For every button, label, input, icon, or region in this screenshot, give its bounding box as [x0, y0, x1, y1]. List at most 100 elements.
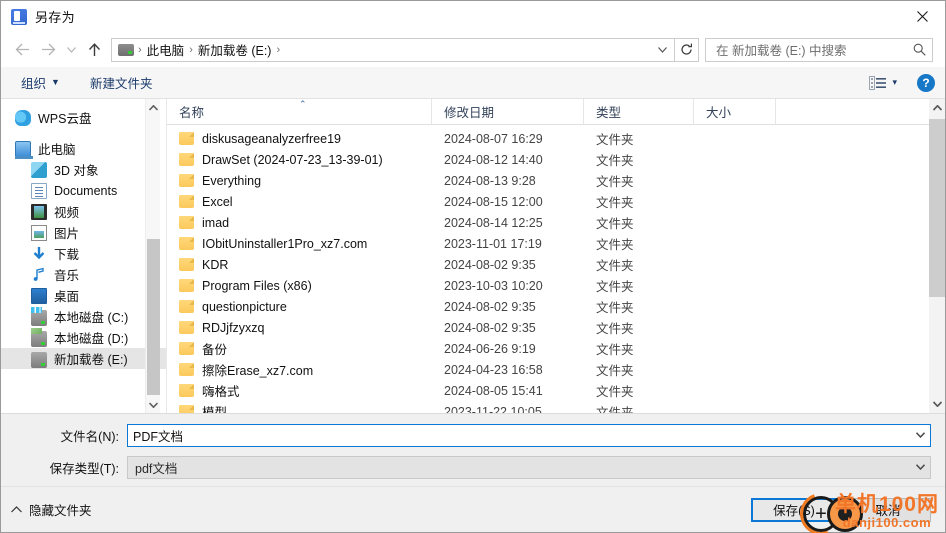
- sidebar-item-wps-cloud[interactable]: WPS云盘: [1, 107, 166, 128]
- folder-icon: [179, 195, 194, 208]
- file-name: 备份: [202, 343, 228, 357]
- organize-label: 组织: [21, 77, 47, 91]
- file-date: 2024-08-15 12:00: [444, 194, 543, 209]
- scroll-up-icon[interactable]: [929, 99, 945, 117]
- table-row[interactable]: RDJjfzyxzq 2024-08-02 9:35 文件夹: [167, 317, 945, 338]
- recent-locations-icon[interactable]: [61, 37, 81, 63]
- file-name: imad: [202, 215, 230, 230]
- file-name-cell: Excel: [167, 195, 432, 209]
- sidebar-item-downloads[interactable]: 下载: [1, 243, 166, 264]
- filetype-label: 保存类型(T):: [49, 461, 119, 476]
- title-bar: 另存为: [1, 1, 945, 32]
- view-options-button[interactable]: ▾: [863, 73, 903, 93]
- file-list-header: 名称 ⌃ 修改日期 类型 大小: [167, 99, 945, 125]
- column-header-filler: [776, 99, 945, 124]
- sidebar-scroll-thumb[interactable]: [147, 239, 160, 395]
- search-icon: [913, 43, 926, 56]
- navigation-pane: WPS云盘 此电脑 3D 对象 Documents 视频 图片 下载 音乐 桌面…: [1, 99, 167, 413]
- hide-folders-toggle[interactable]: 隐藏文件夹: [11, 500, 92, 519]
- sidebar-item-desktop[interactable]: 桌面: [1, 285, 166, 306]
- table-row[interactable]: KDR 2024-08-02 9:35 文件夹: [167, 254, 945, 275]
- file-date: 2024-08-02 9:35: [444, 257, 536, 272]
- back-icon[interactable]: [9, 37, 35, 63]
- file-type: 文件夹: [596, 322, 634, 336]
- chevron-down-icon[interactable]: [652, 39, 672, 61]
- file-name-cell: Everything: [167, 174, 432, 188]
- file-type: 文件夹: [596, 259, 634, 273]
- table-row[interactable]: Excel 2024-08-15 12:00 文件夹: [167, 191, 945, 212]
- table-row[interactable]: DrawSet (2024-07-23_13-39-01) 2024-08-12…: [167, 149, 945, 170]
- file-list-scrollbar[interactable]: [929, 99, 945, 413]
- address-bar[interactable]: › 此电脑 › 新加载卷 (E:) ›: [111, 37, 675, 62]
- table-row[interactable]: 擦除Erase_xz7.com 2024-04-23 16:58 文件夹: [167, 359, 945, 380]
- table-row[interactable]: 备份 2024-06-26 9:19 文件夹: [167, 338, 945, 359]
- sidebar-item-documents[interactable]: Documents: [1, 180, 166, 201]
- breadcrumb-separator: ›: [189, 43, 193, 56]
- column-header-size[interactable]: 大小: [694, 99, 776, 124]
- file-date: 2024-08-12 14:40: [444, 152, 543, 167]
- sidebar-item-this-pc[interactable]: 此电脑: [1, 138, 166, 159]
- help-icon[interactable]: ?: [917, 73, 935, 92]
- file-date: 2024-08-13 9:28: [444, 173, 536, 188]
- sidebar-item-3d-objects[interactable]: 3D 对象: [1, 159, 166, 180]
- file-list-scroll-thumb[interactable]: [929, 119, 945, 297]
- breadcrumb-drive-e[interactable]: 新加载卷 (E:): [195, 40, 275, 59]
- filetype-value: pdf文档: [135, 461, 178, 476]
- organize-button[interactable]: 组织 ▼: [15, 70, 66, 95]
- table-row[interactable]: IObitUninstaller1Pro_xz7.com 2023-11-01 …: [167, 233, 945, 254]
- search-input[interactable]: 在 新加载卷 (E:) 中搜索: [705, 37, 933, 62]
- file-date: 2023-11-01 17:19: [444, 236, 542, 251]
- file-type: 文件夹: [596, 217, 634, 231]
- new-folder-button[interactable]: 新建文件夹: [84, 70, 159, 95]
- file-name: 模型: [202, 406, 228, 413]
- sidebar-item-videos[interactable]: 视频: [1, 201, 166, 222]
- file-date: 2024-08-14 12:25: [444, 215, 543, 230]
- sidebar-item-music[interactable]: 音乐: [1, 264, 166, 285]
- table-row[interactable]: imad 2024-08-14 12:25 文件夹: [167, 212, 945, 233]
- drive-d-icon: [31, 328, 47, 347]
- table-row[interactable]: 模型 2023-11-22 10:05 文件夹: [167, 401, 945, 413]
- table-row[interactable]: Everything 2024-08-13 9:28 文件夹: [167, 170, 945, 191]
- sidebar-scrollbar[interactable]: [145, 99, 160, 413]
- filename-label: 文件名(N):: [60, 429, 119, 444]
- column-header-name[interactable]: 名称 ⌃: [167, 99, 432, 124]
- close-icon[interactable]: [899, 1, 945, 32]
- filetype-select[interactable]: pdf文档: [127, 455, 931, 479]
- table-row[interactable]: Program Files (x86) 2023-10-03 10:20 文件夹: [167, 275, 945, 296]
- sidebar-item-drive-e[interactable]: 新加载卷 (E:): [1, 348, 166, 369]
- file-type: 文件夹: [596, 175, 634, 189]
- file-name-cell: RDJjfzyxzq: [167, 321, 432, 335]
- sidebar-item-drive-c[interactable]: 本地磁盘 (C:): [1, 306, 166, 327]
- forward-icon[interactable]: [35, 37, 61, 63]
- scroll-down-icon[interactable]: [929, 395, 945, 413]
- filetype-row: 保存类型(T): pdf文档: [1, 454, 945, 480]
- scroll-up-icon[interactable]: [146, 99, 161, 116]
- refresh-icon[interactable]: [675, 37, 699, 62]
- file-type: 文件夹: [596, 238, 634, 252]
- chevron-down-icon[interactable]: [910, 464, 930, 470]
- chevron-down-icon[interactable]: [910, 432, 930, 438]
- table-row[interactable]: questionpicture 2024-08-02 9:35 文件夹: [167, 296, 945, 317]
- table-row[interactable]: 嗨格式 2024-08-05 15:41 文件夹: [167, 380, 945, 401]
- filename-input[interactable]: PDF文档: [127, 423, 931, 447]
- sidebar-item-label: 桌面: [54, 290, 80, 304]
- breadcrumb-this-pc[interactable]: 此电脑: [144, 40, 188, 59]
- sidebar-item-pictures[interactable]: 图片: [1, 222, 166, 243]
- file-date: 2024-08-05 15:41: [444, 383, 543, 398]
- table-row[interactable]: diskusageanalyzerfree19 2024-08-07 16:29…: [167, 128, 945, 149]
- file-type: 文件夹: [596, 406, 634, 413]
- file-name: questionpicture: [202, 299, 287, 314]
- file-name: 擦除Erase_xz7.com: [202, 364, 314, 378]
- column-header-label: 名称: [179, 106, 205, 120]
- file-date: 2024-08-07 16:29: [444, 131, 543, 146]
- file-name-cell: IObitUninstaller1Pro_xz7.com: [167, 237, 432, 251]
- sidebar-item-drive-d[interactable]: 本地磁盘 (D:): [1, 327, 166, 348]
- documents-icon: [31, 182, 47, 199]
- downloads-icon: [31, 246, 47, 262]
- scroll-down-icon[interactable]: [146, 396, 161, 413]
- column-header-date[interactable]: 修改日期: [432, 99, 584, 124]
- column-header-type[interactable]: 类型: [584, 99, 694, 124]
- up-icon[interactable]: [81, 37, 107, 63]
- filename-value: PDF文档: [133, 429, 184, 444]
